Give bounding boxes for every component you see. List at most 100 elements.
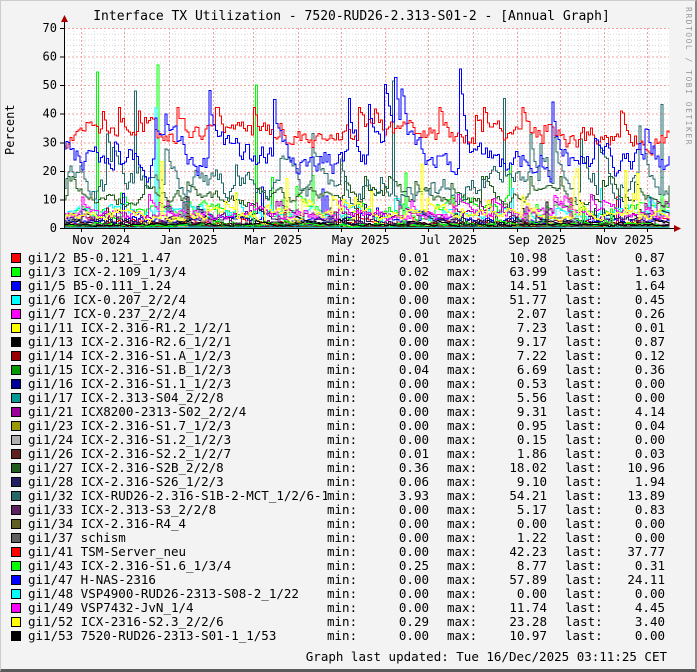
legend-series-label: gi1/33 ICX-2.313-S3_2/2/8 xyxy=(28,503,327,517)
legend-swatch xyxy=(11,533,21,543)
legend: gi1/2 B5-0.121_1.47 min: 0.01 max: 10.98… xyxy=(1,251,695,643)
legend-series-label: gi1/28 ICX-2.316-S26_1/2/3 xyxy=(28,475,327,489)
min-value: 0.36 xyxy=(361,461,429,475)
legend-row: gi1/52 ICX-2316-S2.3_2/2/6 min: 0.29 max… xyxy=(1,615,695,629)
last-label: last: xyxy=(565,335,607,349)
last-label: last: xyxy=(565,559,607,573)
legend-row: gi1/13 ICX-2.316-R2.6_1/2/1 min: 0.00 ma… xyxy=(1,335,695,349)
legend-series-label: gi1/3 ICX-2.109_1/3/4 xyxy=(28,265,327,279)
min-value: 0.00 xyxy=(361,293,429,307)
legend-series-label: gi1/34 ICX-2.316-R4_4 xyxy=(28,517,327,531)
last-value: 0.04 xyxy=(607,419,665,433)
min-value: 0.01 xyxy=(361,251,429,265)
last-value: 0.12 xyxy=(607,349,665,363)
legend-row: gi1/53 7520-RUD26-2313-S01-1_1/53 min: 0… xyxy=(1,629,695,643)
legend-series-label: gi1/17 ICX-2.313-S04_2/2/8 xyxy=(28,391,327,405)
legend-series-label: gi1/13 ICX-2.316-R2.6_1/2/1 xyxy=(28,335,327,349)
last-value: 4.14 xyxy=(607,405,665,419)
last-label: last: xyxy=(565,363,607,377)
max-label: max: xyxy=(447,391,481,405)
legend-swatch xyxy=(11,491,21,501)
min-label: min: xyxy=(327,405,361,419)
legend-swatch xyxy=(11,253,21,263)
min-label: min: xyxy=(327,461,361,475)
legend-row: gi1/43 ICX-2.316-S1.6_1/3/4 min: 0.25 ma… xyxy=(1,559,695,573)
legend-swatch xyxy=(11,421,21,431)
legend-row: gi1/11 ICX-2.316-R1.2_1/2/1 min: 0.00 ma… xyxy=(1,321,695,335)
min-value: 0.00 xyxy=(361,349,429,363)
last-label: last: xyxy=(565,601,607,615)
last-value: 1.64 xyxy=(607,279,665,293)
max-label: max: xyxy=(447,293,481,307)
min-value: 0.00 xyxy=(361,307,429,321)
legend-swatch xyxy=(11,617,21,627)
last-value: 37.77 xyxy=(607,545,665,559)
min-value: 0.06 xyxy=(361,475,429,489)
x-axis-tick-label: Jan 2025 xyxy=(160,233,218,247)
min-label: min: xyxy=(327,363,361,377)
max-value: 1.22 xyxy=(481,531,547,545)
last-value: 0.00 xyxy=(607,517,665,531)
legend-row: gi1/24 ICX-2.316-S1.2_1/2/3 min: 0.00 ma… xyxy=(1,433,695,447)
max-label: max: xyxy=(447,279,481,293)
legend-swatch xyxy=(11,477,21,487)
min-value: 0.00 xyxy=(361,517,429,531)
x-axis-tick-label: May 2025 xyxy=(332,233,390,247)
legend-swatch xyxy=(11,295,21,305)
legend-swatch xyxy=(11,603,21,613)
legend-swatch xyxy=(11,323,21,333)
max-value: 63.99 xyxy=(481,265,547,279)
last-value: 3.40 xyxy=(607,615,665,629)
last-value: 0.26 xyxy=(607,307,665,321)
legend-series-label: gi1/26 ICX-2.316-S2.2_1/2/7 xyxy=(28,447,327,461)
max-value: 10.98 xyxy=(481,251,547,265)
max-value: 9.10 xyxy=(481,475,547,489)
last-value: 0.00 xyxy=(607,377,665,391)
last-value: 0.87 xyxy=(607,335,665,349)
max-value: 0.00 xyxy=(481,587,547,601)
y-axis-tick-label: 70 xyxy=(43,21,57,35)
last-value: 0.83 xyxy=(607,503,665,517)
legend-swatch xyxy=(11,379,21,389)
min-value: 0.25 xyxy=(361,559,429,573)
last-label: last: xyxy=(565,573,607,587)
max-value: 8.77 xyxy=(481,559,547,573)
max-value: 9.17 xyxy=(481,335,547,349)
legend-row: gi1/48 VSP4900-RUD26-2313-S08-2_1/22 min… xyxy=(1,587,695,601)
max-label: max: xyxy=(447,251,481,265)
legend-row: gi1/37 schism min: 0.00 max: 1.22 last: … xyxy=(1,531,695,545)
min-label: min: xyxy=(327,531,361,545)
legend-swatch xyxy=(11,267,21,277)
legend-row: gi1/26 ICX-2.316-S2.2_1/2/7 min: 0.01 ma… xyxy=(1,447,695,461)
last-value: 0.87 xyxy=(607,251,665,265)
last-label: last: xyxy=(565,545,607,559)
last-value: 4.45 xyxy=(607,601,665,615)
legend-swatch xyxy=(11,365,21,375)
last-label: last: xyxy=(565,391,607,405)
max-value: 23.28 xyxy=(481,615,547,629)
legend-series-label: gi1/37 schism xyxy=(28,531,327,545)
max-label: max: xyxy=(447,307,481,321)
y-axis-tick-label: 30 xyxy=(43,135,57,149)
min-label: min: xyxy=(327,489,361,503)
min-label: min: xyxy=(327,629,361,643)
max-value: 1.86 xyxy=(481,447,547,461)
min-label: min: xyxy=(327,615,361,629)
last-value: 0.03 xyxy=(607,447,665,461)
min-label: min: xyxy=(327,503,361,517)
legend-swatch xyxy=(11,281,21,291)
legend-row: gi1/5 B5-0.111_1.24 min: 0.00 max: 14.51… xyxy=(1,279,695,293)
legend-swatch xyxy=(11,589,21,599)
legend-swatch xyxy=(11,519,21,529)
min-value: 0.00 xyxy=(361,545,429,559)
last-value: 0.00 xyxy=(607,587,665,601)
min-value: 0.00 xyxy=(361,531,429,545)
max-label: max: xyxy=(447,321,481,335)
x-axis-tick-label: Sep 2025 xyxy=(508,233,566,247)
min-label: min: xyxy=(327,293,361,307)
min-label: min: xyxy=(327,335,361,349)
legend-swatch xyxy=(11,631,21,641)
legend-swatch xyxy=(11,351,21,361)
max-label: max: xyxy=(447,531,481,545)
max-label: max: xyxy=(447,601,481,615)
